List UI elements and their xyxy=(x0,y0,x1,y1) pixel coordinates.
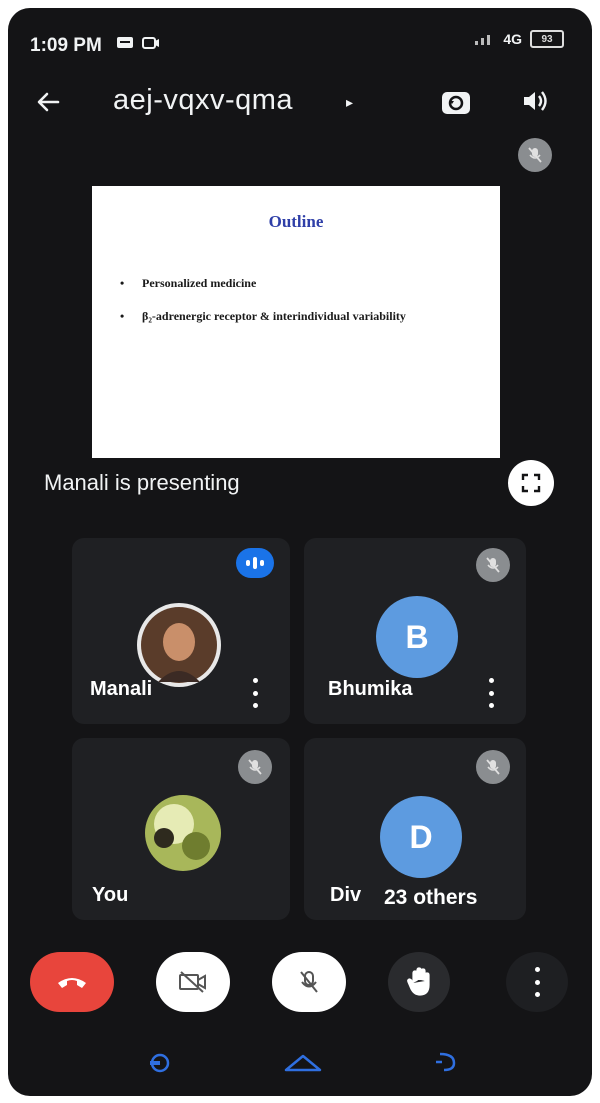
participant-name: Manali xyxy=(90,678,153,700)
battery-icon: 93 xyxy=(530,30,564,48)
participant-tile-bhumika[interactable]: B Bhumika xyxy=(304,538,526,724)
more-options-button[interactable] xyxy=(506,952,568,1012)
participant-avatar: B xyxy=(376,596,458,678)
mic-off-icon xyxy=(248,759,262,775)
hand-icon xyxy=(407,967,430,996)
meet-screen: 1:09 PM 4G 93 aej-vqxv-qma ▸ Outline Per… xyxy=(8,8,592,1096)
nav-home-icon[interactable] xyxy=(282,1050,324,1074)
signal-icon xyxy=(475,35,491,45)
participant-avatar-photo xyxy=(145,795,221,871)
meet-notification-icon xyxy=(142,37,159,49)
status-bar: 1:09 PM 4G 93 xyxy=(8,8,592,70)
call-toolbar: aej-vqxv-qma ▸ xyxy=(8,70,592,140)
raise-hand-button[interactable] xyxy=(388,952,450,1012)
participant-name: Div xyxy=(330,884,362,906)
mic-off-icon xyxy=(486,557,500,573)
participant-avatar-photo xyxy=(137,603,221,687)
fullscreen-button[interactable] xyxy=(508,460,554,506)
camera-off-icon xyxy=(179,971,206,993)
presenter-muted-badge xyxy=(518,138,552,172)
notification-icons xyxy=(116,35,160,51)
camera-toggle-button[interactable] xyxy=(156,952,230,1012)
more-vertical-icon xyxy=(530,967,544,997)
presenting-label: Manali is presenting xyxy=(44,470,240,495)
mic-off-icon xyxy=(300,971,318,993)
mic-off-icon xyxy=(528,147,542,163)
slide-bullets: Personalized medicine β₂-adrenergic rece… xyxy=(120,276,460,342)
speaking-indicator-icon xyxy=(236,548,274,578)
battery-level: 93 xyxy=(541,33,553,45)
speaker-icon[interactable] xyxy=(520,86,550,116)
participant-name: You xyxy=(92,884,129,906)
slide-title: Outline xyxy=(268,212,324,231)
participant-more-icon[interactable] xyxy=(484,678,498,708)
participant-tile-manali[interactable]: Manali xyxy=(72,538,290,724)
meeting-info-caret-icon[interactable]: ▸ xyxy=(346,94,353,111)
end-call-button[interactable] xyxy=(30,952,114,1012)
switch-camera-icon[interactable] xyxy=(438,84,474,120)
status-time: 1:09 PM xyxy=(30,35,102,56)
participant-tile-you[interactable]: You xyxy=(72,738,290,920)
others-count[interactable]: 23 others xyxy=(384,886,477,910)
shared-slide: Outline Personalized medicine β₂-adrener… xyxy=(92,186,500,458)
nav-back-icon[interactable] xyxy=(432,1048,460,1076)
fullscreen-icon xyxy=(521,473,541,493)
nav-recents-icon[interactable] xyxy=(146,1050,174,1076)
message-icon xyxy=(117,37,133,48)
participant-name: Bhumika xyxy=(328,678,413,700)
muted-badge xyxy=(476,750,510,784)
participant-tile-others[interactable]: D Div 23 others xyxy=(304,738,526,920)
muted-badge xyxy=(476,548,510,582)
mic-off-icon xyxy=(486,759,500,775)
slide-bullet: Personalized medicine xyxy=(120,276,460,291)
back-arrow-icon[interactable] xyxy=(34,88,62,116)
muted-badge xyxy=(238,750,272,784)
participant-avatar: D xyxy=(380,796,462,878)
network-type: 4G xyxy=(503,31,522,47)
mic-toggle-button[interactable] xyxy=(272,952,346,1012)
participant-more-icon[interactable] xyxy=(248,678,262,708)
system-nav-bar xyxy=(8,1036,592,1096)
slide-bullet: β₂-adrenergic receptor & interindividual… xyxy=(120,309,460,324)
status-right: 4G 93 xyxy=(473,30,564,48)
meeting-code[interactable]: aej-vqxv-qma xyxy=(113,84,293,117)
phone-hangup-icon xyxy=(58,978,86,988)
